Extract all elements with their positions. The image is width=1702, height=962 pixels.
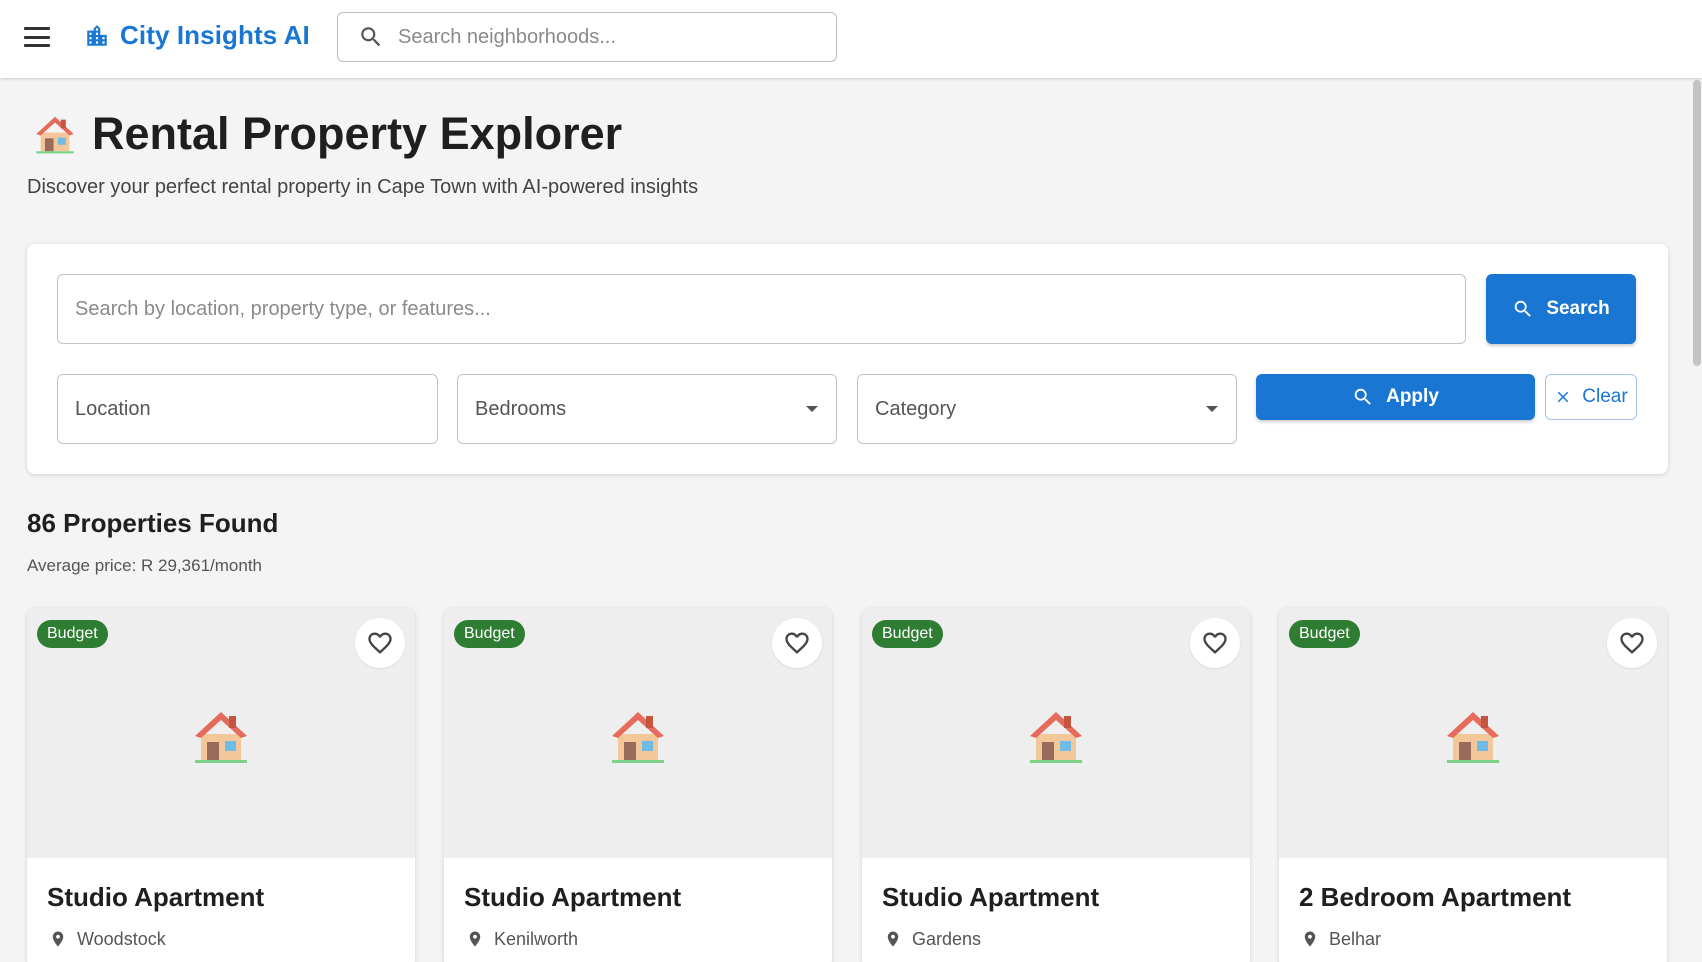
search-button[interactable]: Search	[1486, 274, 1636, 344]
close-icon	[1558, 391, 1569, 403]
property-location-label: Kenilworth	[494, 928, 579, 949]
map-pin-icon	[1304, 931, 1316, 947]
property-title: Studio Apartment	[882, 882, 1100, 912]
search-icon	[1354, 388, 1371, 405]
page-header: Rental Property Explorer	[32, 108, 622, 160]
caret-down-icon	[1206, 406, 1218, 412]
property-location-label: Woodstock	[77, 928, 166, 949]
property-location: Woodstock	[49, 928, 166, 950]
property-location: Kenilworth	[466, 928, 578, 950]
property-location: Gardens	[884, 928, 981, 950]
page-scrollbar[interactable]	[1692, 78, 1702, 962]
property-title: Studio Apartment	[47, 882, 265, 912]
menu-icon[interactable]	[24, 27, 50, 47]
property-search-field[interactable]	[57, 274, 1466, 344]
brand[interactable]: City Insights AI	[84, 20, 310, 51]
category-badge: Budget	[454, 620, 525, 648]
house-emoji-icon	[195, 712, 247, 763]
search-filter-card: Search Bedrooms Category Apply Clear	[27, 244, 1668, 474]
bedrooms-label: Bedrooms	[475, 397, 567, 420]
property-card[interactable]: Budget Studio Apartment Gardens	[862, 608, 1250, 962]
page-subtitle: Discover your perfect rental property in…	[27, 176, 699, 198]
clear-button-label: Clear	[1582, 386, 1628, 407]
category-badge: Budget	[1289, 620, 1360, 648]
neighborhood-search-input[interactable]	[398, 25, 818, 49]
property-location: Belhar	[1301, 928, 1381, 950]
house-emoji-icon	[1030, 712, 1082, 763]
app-bar: City Insights AI	[0, 0, 1702, 78]
property-location-label: Gardens	[912, 928, 982, 949]
app-title: City Insights AI	[120, 20, 310, 50]
property-image: Budget	[27, 608, 415, 858]
category-badge: Budget	[872, 620, 943, 648]
results-count: 86 Properties Found	[27, 508, 279, 538]
property-image: Budget	[444, 608, 832, 858]
caret-down-icon	[806, 406, 818, 412]
clear-button[interactable]: Clear	[1545, 374, 1637, 420]
heart-outline-icon[interactable]	[355, 618, 405, 668]
average-price: Average price: R 29,361/month	[27, 556, 262, 575]
property-location-label: Belhar	[1329, 928, 1382, 949]
property-title: Studio Apartment	[464, 882, 682, 912]
bedrooms-select[interactable]: Bedrooms	[457, 374, 837, 444]
property-card[interactable]: Budget Studio Apartment Kenilworth	[444, 608, 832, 962]
heart-outline-icon[interactable]	[772, 618, 822, 668]
category-badge: Budget	[37, 620, 108, 648]
page-title: Rental Property Explorer	[92, 108, 623, 159]
category-label: Category	[875, 397, 957, 420]
house-emoji-icon	[612, 712, 664, 763]
property-image: Budget	[862, 608, 1250, 858]
search-icon	[1515, 300, 1532, 317]
heart-outline-icon[interactable]	[1607, 618, 1657, 668]
map-pin-icon	[887, 931, 899, 947]
neighborhood-search[interactable]	[337, 12, 837, 62]
property-title: 2 Bedroom Apartment	[1299, 882, 1572, 912]
search-button-label: Search	[1546, 298, 1610, 319]
heart-outline-icon[interactable]	[1190, 618, 1240, 668]
apply-button-label: Apply	[1386, 386, 1439, 407]
location-field[interactable]	[57, 374, 438, 444]
property-search-input[interactable]	[75, 297, 1465, 321]
scroll-thumb[interactable]	[1693, 80, 1701, 366]
apply-button[interactable]: Apply	[1256, 374, 1535, 420]
location-input[interactable]	[75, 397, 401, 421]
house-emoji-icon	[36, 116, 74, 154]
property-card[interactable]: Budget Studio Apartment Woodstock	[27, 608, 415, 962]
property-card[interactable]: Budget 2 Bedroom Apartment Belhar	[1279, 608, 1667, 962]
category-select[interactable]: Category	[857, 374, 1237, 444]
property-image: Budget	[1279, 608, 1667, 858]
map-pin-icon	[469, 931, 481, 947]
house-emoji-icon	[1447, 712, 1499, 763]
city-buildings-icon	[87, 24, 107, 46]
search-icon	[361, 27, 381, 47]
map-pin-icon	[52, 931, 64, 947]
